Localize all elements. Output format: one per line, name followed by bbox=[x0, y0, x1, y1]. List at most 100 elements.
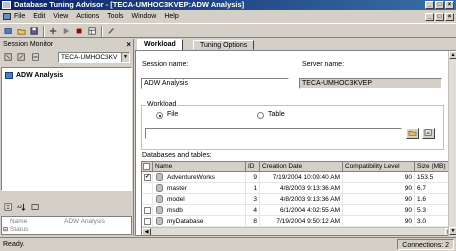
property-value: ADW Analysis bbox=[64, 218, 105, 225]
row-checkbox-cell bbox=[142, 205, 153, 216]
row-created: 4/8/2003 9:13:36 AM bbox=[260, 183, 343, 194]
tab-tuning-options[interactable]: Tuning Options bbox=[193, 40, 255, 50]
expand-icon[interactable]: ⊟ bbox=[3, 226, 8, 234]
mdi-close-button[interactable]: × bbox=[445, 13, 454, 21]
new-session-icon[interactable] bbox=[48, 26, 59, 36]
row-compat: 90 bbox=[343, 183, 415, 194]
app-icon bbox=[2, 1, 11, 9]
column-header-compatibility[interactable]: Compatibility Level bbox=[343, 162, 415, 172]
column-header-id[interactable]: ID bbox=[246, 162, 260, 172]
column-header-creation-date[interactable]: Creation Date bbox=[260, 162, 343, 172]
server-name-field: TECA-UMHOC3KVEP bbox=[299, 78, 442, 89]
row-compat: 90 bbox=[343, 172, 415, 183]
property-row[interactable]: ⊟ Status bbox=[2, 226, 132, 234]
file-radio-label[interactable]: File bbox=[167, 111, 178, 118]
toolbar bbox=[0, 23, 456, 38]
table-row[interactable]: myDatabase 8 7/19/2004 9:50:12 AM 90 3.0 bbox=[142, 216, 454, 227]
server-name-label: Server name: bbox=[302, 61, 345, 68]
row-name: msdb bbox=[167, 207, 183, 214]
mdi-document-icon[interactable] bbox=[3, 13, 11, 20]
connect-icon[interactable] bbox=[3, 26, 14, 36]
maximize-button[interactable]: □ bbox=[435, 1, 444, 9]
vertical-scrollbar[interactable]: ▲ ▼ bbox=[448, 51, 456, 236]
property-pages-icon[interactable] bbox=[30, 202, 41, 212]
status-text: Ready. bbox=[3, 241, 25, 248]
property-key: Status bbox=[10, 226, 29, 233]
table-row[interactable]: model 3 4/8/2003 9:13:36 AM 90 1.6 bbox=[142, 194, 454, 205]
browse-button[interactable] bbox=[406, 128, 419, 139]
menu-file[interactable]: File bbox=[14, 11, 25, 22]
row-name: myDatabase bbox=[167, 218, 204, 225]
connections-count: Connections: 2 bbox=[397, 239, 454, 250]
horizontal-scrollbar[interactable]: ◀ ▶ bbox=[142, 227, 454, 235]
connect-server-icon[interactable] bbox=[3, 52, 14, 62]
row-name: master bbox=[167, 185, 187, 192]
menu-view[interactable]: View bbox=[53, 11, 68, 22]
table-radio-label[interactable]: Table bbox=[268, 111, 285, 118]
preview-workload-button[interactable] bbox=[422, 128, 435, 139]
file-radio[interactable] bbox=[156, 112, 163, 119]
column-header-name[interactable]: Name bbox=[153, 162, 246, 172]
session-tree[interactable]: ADW Analysis bbox=[1, 67, 132, 191]
open-icon[interactable] bbox=[16, 26, 27, 36]
menu-window[interactable]: Window bbox=[131, 11, 156, 22]
row-checkbox-cell bbox=[142, 194, 153, 205]
menu-tools[interactable]: Tools bbox=[107, 11, 123, 22]
table-radio[interactable] bbox=[257, 112, 264, 119]
table-row[interactable]: master 1 4/8/2003 9:13:36 AM 90 6.7 bbox=[142, 183, 454, 194]
property-key: Name bbox=[10, 218, 28, 225]
menu-edit[interactable]: Edit bbox=[33, 11, 45, 22]
database-icon bbox=[156, 206, 163, 214]
session-properties-icon[interactable] bbox=[30, 52, 41, 62]
session-name-label: Session name: bbox=[142, 61, 189, 68]
toolbar-separator bbox=[101, 26, 103, 37]
row-name-cell: msdb bbox=[153, 205, 246, 216]
chevron-down-icon[interactable]: ▼ bbox=[121, 53, 129, 62]
scroll-up-icon[interactable]: ▲ bbox=[449, 51, 456, 59]
table-row[interactable]: ✓ AdventureWorks 9 7/19/2004 10:09:40 AM… bbox=[142, 172, 454, 183]
scroll-left-icon[interactable]: ◀ bbox=[142, 228, 151, 235]
row-checkbox[interactable] bbox=[144, 207, 151, 214]
header-checkbox[interactable] bbox=[142, 162, 153, 172]
menu-actions[interactable]: Actions bbox=[76, 11, 99, 22]
row-compat: 90 bbox=[343, 194, 415, 205]
start-analysis-icon[interactable] bbox=[61, 26, 72, 36]
close-button[interactable]: × bbox=[445, 1, 454, 9]
session-name-input[interactable]: ADW Analysis bbox=[141, 78, 289, 89]
categorized-icon[interactable] bbox=[3, 202, 14, 212]
row-name: AdventureWorks bbox=[167, 174, 215, 181]
workload-file-input[interactable] bbox=[145, 128, 402, 139]
row-name: model bbox=[167, 196, 185, 203]
mdi-restore-button[interactable]: □ bbox=[435, 13, 444, 21]
database-icon bbox=[156, 217, 163, 225]
menu-help[interactable]: Help bbox=[164, 11, 178, 22]
table-row[interactable]: msdb 4 6/1/2004 4:02:55 AM 90 5.3 bbox=[142, 205, 454, 216]
mdi-minimize-button[interactable]: _ bbox=[425, 13, 434, 21]
save-icon[interactable] bbox=[29, 26, 40, 36]
sort-alpha-icon[interactable]: AZ bbox=[16, 202, 27, 212]
databases-grid[interactable]: Name ID Creation Date Compatibility Leve… bbox=[141, 161, 455, 236]
help-icon[interactable] bbox=[106, 26, 117, 36]
status-bar: Ready. Connections: 2 bbox=[0, 237, 456, 251]
databases-label: Databases and tables: bbox=[142, 152, 212, 159]
row-compat: 90 bbox=[343, 205, 415, 216]
row-checkbox-cell bbox=[142, 183, 153, 194]
disconnect-server-icon[interactable] bbox=[16, 52, 27, 62]
layout-icon[interactable] bbox=[87, 26, 98, 36]
tab-strip: Workload Tuning Options bbox=[135, 39, 456, 51]
row-checkbox[interactable] bbox=[144, 218, 151, 225]
title-bar: Database Tuning Advisor - [TECA-UMHOC3KV… bbox=[0, 0, 456, 10]
server-combo[interactable]: TECA-UMHOC3KV ▼ bbox=[58, 52, 130, 63]
scroll-down-icon[interactable]: ▼ bbox=[449, 227, 456, 235]
minimize-button[interactable]: _ bbox=[425, 1, 434, 9]
session-document: Workload Tuning Options Session name: AD… bbox=[135, 39, 456, 236]
property-row[interactable]: Name ADW Analysis bbox=[2, 218, 132, 226]
row-created: 6/1/2004 4:02:55 AM bbox=[260, 205, 343, 216]
stop-analysis-icon[interactable] bbox=[74, 26, 85, 36]
row-compat: 90 bbox=[343, 216, 415, 227]
tree-node-session[interactable]: ADW Analysis bbox=[5, 71, 63, 80]
row-id: 4 bbox=[246, 205, 260, 216]
session-monitor-close-icon[interactable]: × bbox=[126, 39, 131, 50]
row-checkbox[interactable]: ✓ bbox=[144, 174, 151, 181]
select-all-checkbox[interactable] bbox=[143, 163, 150, 170]
